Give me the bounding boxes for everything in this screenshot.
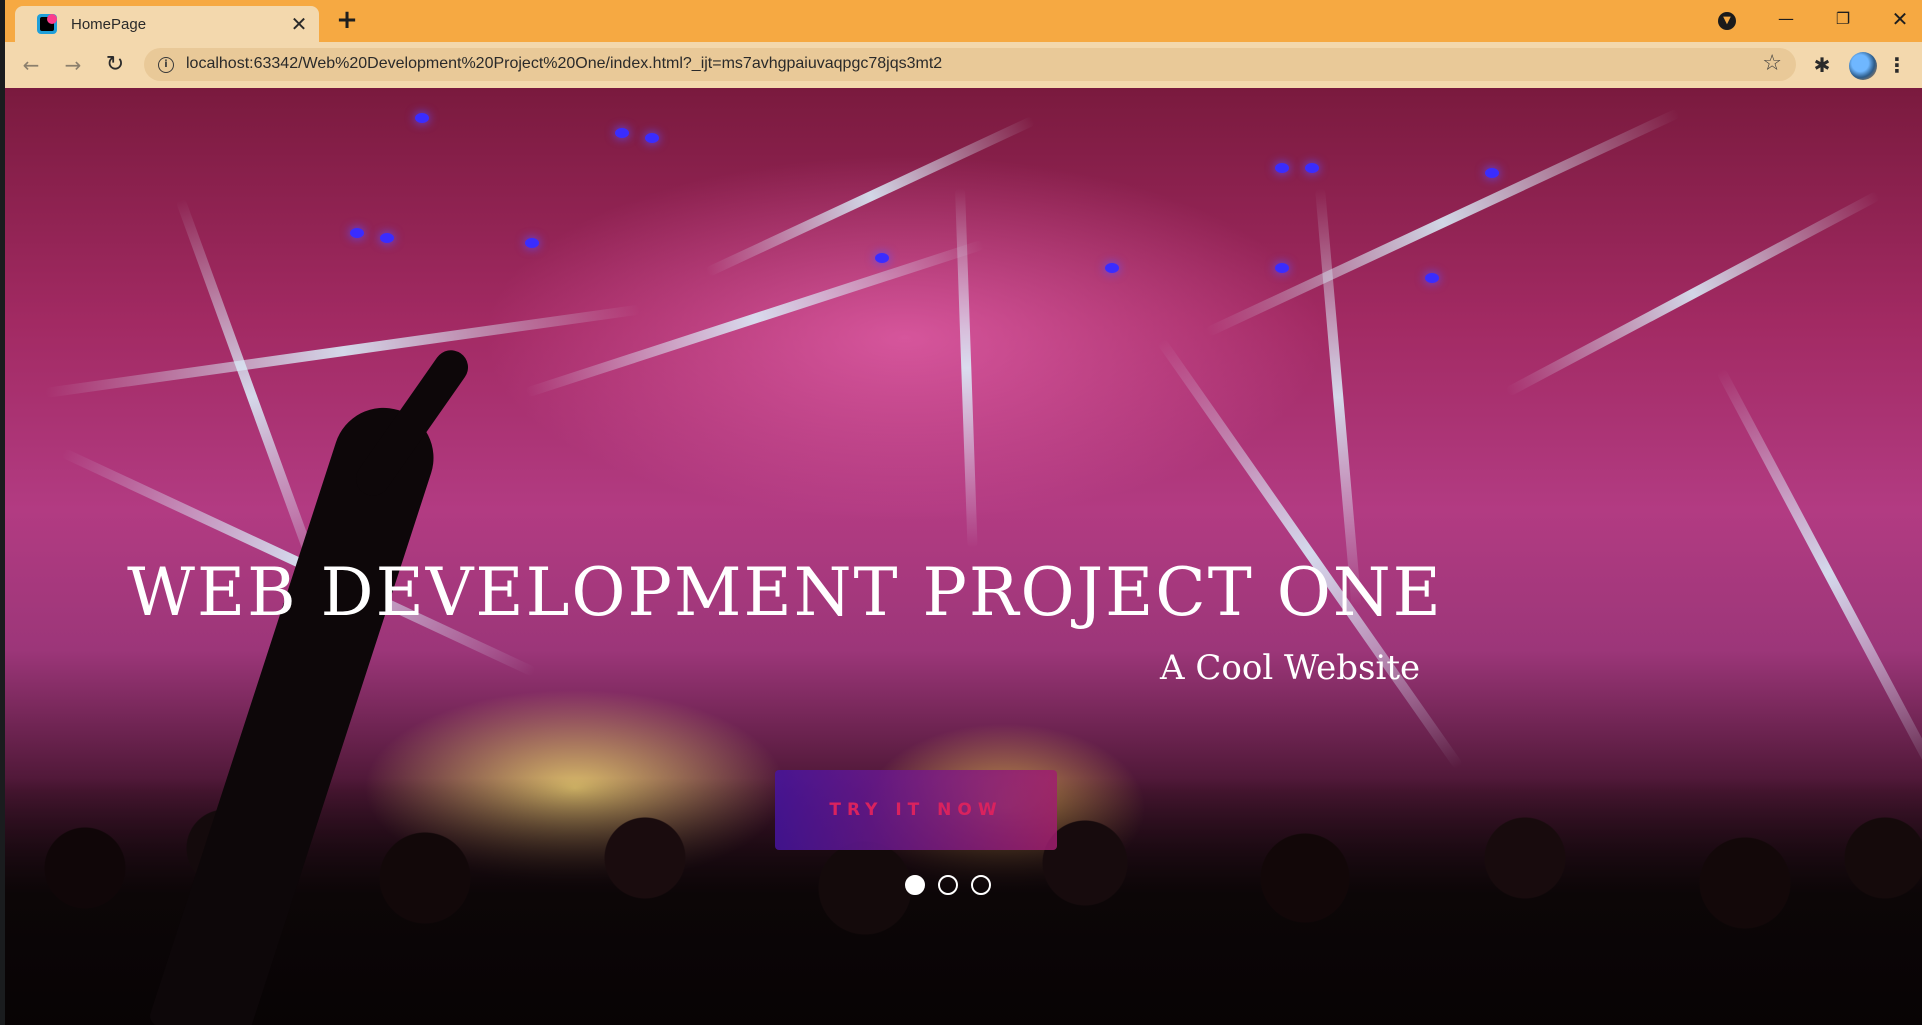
bookmark-star-icon[interactable]: ☆ [1762,52,1782,76]
carousel-indicator-1[interactable] [905,875,925,895]
carousel-indicator-2[interactable] [938,875,958,895]
browser-window: HomePage ✕ + ▼ — ❐ ✕ ← → ↻ i localhost:6… [0,0,1922,1025]
minimize-button[interactable]: — [1766,4,1806,34]
forward-button[interactable]: → [59,51,87,79]
page-viewport: WEB DEVELOPMENT PROJECT ONE A Cool Websi… [5,88,1922,1025]
webstorm-favicon-icon [37,14,57,34]
tab-strip: HomePage ✕ + ▼ — ❐ ✕ [5,0,1922,42]
carousel-indicators [905,875,1025,897]
tab-search-icon[interactable]: ▼ [1718,12,1736,30]
tab-close-icon[interactable]: ✕ [289,14,309,34]
url-text[interactable]: localhost:63342/Web%20Development%20Proj… [186,55,942,73]
extensions-puzzle-icon[interactable]: ✱ [1810,53,1834,77]
try-it-now-button[interactable]: TRY IT NOW [775,770,1057,850]
browser-menu-icon[interactable]: ⋮ [1887,53,1907,77]
site-info-icon[interactable]: i [158,57,174,73]
back-button[interactable]: ← [17,51,45,79]
close-window-button[interactable]: ✕ [1880,4,1920,34]
browser-toolbar: ← → ↻ i localhost:63342/Web%20Developmen… [5,42,1922,88]
carousel-indicator-3[interactable] [971,875,991,895]
tab-homepage[interactable]: HomePage ✕ [15,6,319,42]
address-bar[interactable]: i localhost:63342/Web%20Development%20Pr… [144,48,1796,81]
reload-button[interactable]: ↻ [101,51,129,79]
hero-subtitle: A Cool Website [1160,648,1421,688]
new-tab-button[interactable]: + [334,7,360,34]
tab-title: HomePage [71,15,147,33]
hero-title: WEB DEVELOPMENT PROJECT ONE [127,554,1443,631]
profile-avatar[interactable] [1849,52,1877,80]
restore-button[interactable]: ❐ [1823,4,1863,34]
